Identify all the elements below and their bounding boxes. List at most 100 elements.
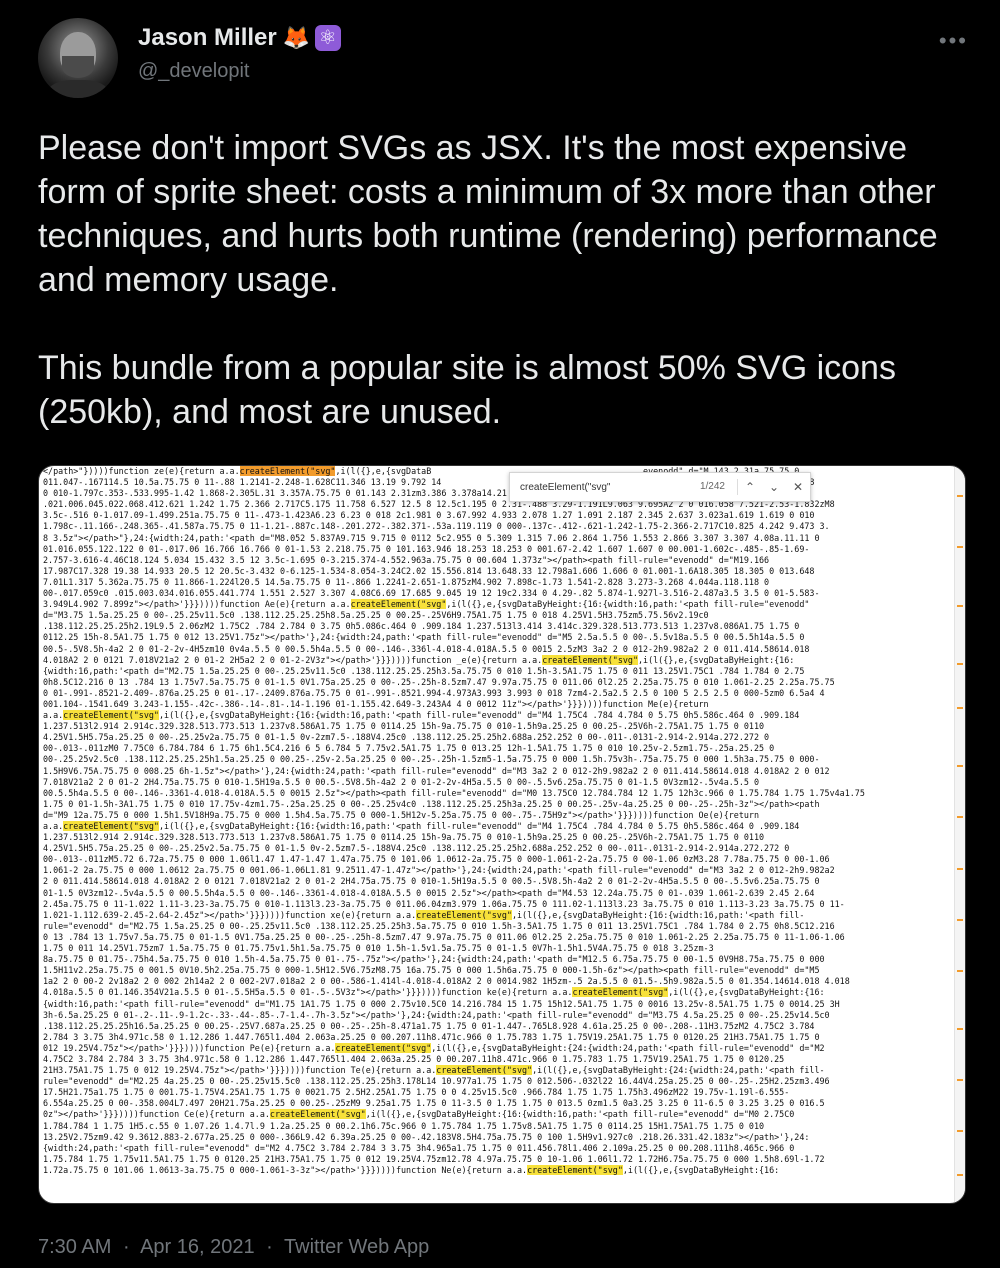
code-line: 3.949L4.902 7.899z"></path>'}}}))))funct… <box>43 599 810 610</box>
scroll-match-marker <box>957 1130 963 1133</box>
separator: · <box>122 1236 130 1258</box>
scroll-match-marker <box>957 663 963 666</box>
code-line: {width:24,path:'<path fill-rule="evenodd… <box>43 1142 795 1153</box>
code-line: 1a2 2 0 00-2 2v18a2 2 0 002 2h14a2 2 0 0… <box>43 976 850 987</box>
code-line: 00.5-.5V8.5h-4a2 2 0 01-2-2v-4H5zm10 0v4… <box>43 643 810 654</box>
tweet-text: Please don't import SVGs as JSX. It's th… <box>38 126 968 434</box>
code-line: d="M3.75 1.5a.25.25 0 00-.25.25v11.5c0 .… <box>43 610 709 621</box>
scroll-match-marker <box>957 1028 963 1031</box>
search-match-highlight: createElement("svg" <box>269 1109 366 1120</box>
code-line: .138.112.25.25.25h16.5a.25.25 0 00.25-.2… <box>43 1020 815 1031</box>
scroll-match-marker <box>957 495 963 498</box>
code-line: 0112.25 15h-8.5A1.75 1.75 0 012 13.25V1.… <box>43 632 805 643</box>
code-line: a.a.createElement("svg",i(l({},e,{svgDat… <box>43 821 800 831</box>
code-line: 7.01L1.317 5.362a.75.75 0 11.866-1.224l2… <box>43 576 770 587</box>
code-line: 1.75 0 011 14.25V1.75zm7 1.5a.75.75 0 01… <box>43 943 714 954</box>
code-line: 3h-6.5a.25.25 0 01-.2-.11-.9-1.2c-.33-.4… <box>43 1009 830 1020</box>
code-line: 00-.017.059c0 .015.003.034.016.055.441.7… <box>43 588 820 599</box>
search-match-highlight: createElement("svg" <box>63 821 159 831</box>
code-line: 1.237.513l2.914 2.914c.329.328.513.773.5… <box>43 832 765 843</box>
code-line: 012 19.25V4.75z"></path>'}}}))))function… <box>43 1042 825 1053</box>
atom-emoji-icon: ⚛ <box>314 25 341 51</box>
code-line: 2.784 3 3.75 3h4.971c.58 0 1.12.286 1.44… <box>43 1031 820 1042</box>
scroll-match-marker <box>957 604 963 607</box>
scroll-match-marker <box>957 918 963 921</box>
search-match-highlight: createElement("svg" <box>239 466 336 476</box>
search-match-highlight: createElement("svg" <box>542 654 638 665</box>
code-line: 0h8.5C12.216 0 13 .784 13 1.75v7.5a.75.7… <box>43 676 835 687</box>
code-line: 2 0 011.414.58614.018 4.018A2 2 0 0121 7… <box>43 876 820 887</box>
code-line: 1.75 0 01-1.5h-3A1.75 1.75 0 010 17.75v-… <box>43 798 820 809</box>
code-line: </path>"}))))function ze(e){return a.a.c… <box>43 466 800 476</box>
code-line: d="M9 12a.75.75 0 000 1.5h1.5V18H9a.75.7… <box>43 809 759 820</box>
code-line: 1.061-2 2a.75.75 0 000 1.0612 2a.75.75 0… <box>43 865 835 876</box>
code-line: 4.25V1.5H5.75a.25.25 0 00-.25.25v2.5a.75… <box>43 843 790 854</box>
code-line: 00-.013-.011zM5.72 6.72a.75.75 0 000 1.0… <box>43 854 830 865</box>
search-match-highlight: createElement("svg" <box>527 1164 623 1175</box>
code-line: 0 01-.991-.8521-2.409-.876a.25.25 0 01-.… <box>43 687 825 698</box>
tweet-date[interactable]: Apr 16, 2021 <box>140 1236 255 1258</box>
code-line: 00.5.5h4a.5.5 0 00-.146-.3361-4.018-4.01… <box>43 787 865 798</box>
tweet-time[interactable]: 7:30 AM <box>38 1236 111 1258</box>
scroll-match-marker <box>957 546 963 549</box>
tweet-paragraph: Please don't import SVGs as JSX. It's th… <box>38 129 938 299</box>
chevron-up-icon[interactable]: ⌃ <box>738 480 762 494</box>
code-line: {width:16,path:'<path fill-rule="evenodd… <box>43 998 840 1009</box>
code-line: 3.5c-.516 0-1.017.09-1.499.251a.75.75 0 … <box>43 510 815 521</box>
scroll-match-marker <box>957 1079 963 1082</box>
code-line: 01.016.055.122.122 0 01-.017.06 16.766 1… <box>43 543 810 554</box>
more-options-icon[interactable]: ••• <box>939 28 968 54</box>
code-line: 1.021-1.112.639-2.45-2.64-2.45z"></path>… <box>43 909 805 920</box>
code-line: 1.5H11v2.25a.75.75 0 001.5 0V10.5h2.25a.… <box>43 965 820 976</box>
scroll-match-marker <box>957 816 963 819</box>
search-match-highlight: createElement("svg" <box>350 599 447 610</box>
search-match-highlight: createElement("svg" <box>63 710 159 721</box>
find-input[interactable]: createElement("svg" <box>510 482 675 493</box>
chevron-down-icon[interactable]: ⌄ <box>762 480 786 494</box>
code-line: 001.104-.1541.649 3.243-1.155-.42c-.386-… <box>43 698 709 709</box>
close-icon[interactable]: ✕ <box>786 480 810 494</box>
tweet-source[interactable]: Twitter Web App <box>284 1236 429 1258</box>
code-line: 0 010-1.797c.353-.533.995-1.42 1.868-2.3… <box>43 488 729 499</box>
tweet-media-image[interactable]: </path>"}))))function ze(e){return a.a.c… <box>38 465 966 1204</box>
tweet-header: Jason Miller 🦊 ⚛ @_developit ••• <box>38 18 968 98</box>
separator: · <box>266 1236 273 1258</box>
code-line: 1.798c-.11.166-.248.365-.41.587a.75.75 0… <box>43 521 830 532</box>
code-line: 1.784.784 1 1.75 1H5.c.55 0 1.07.26 1.4.… <box>43 1120 765 1131</box>
code-line: 7.018V21a2 2 0 01-2 2H4.75a.75.75 0 010-… <box>43 776 759 787</box>
scroll-match-marker <box>957 867 963 870</box>
search-match-highlight: createElement("svg" <box>436 1065 533 1076</box>
scroll-match-marker <box>957 765 963 768</box>
code-line: 1.72a.75.75 0 101.06 1.0613-3a.75.75 0 0… <box>43 1164 780 1175</box>
code-line: 00-.013-.011zM0 7.75C0 6.784.784 6 1.75 … <box>43 743 775 754</box>
code-line: rule="evenodd" d="M2.25 4a.25.25 0 00-.2… <box>43 1076 830 1087</box>
scrollbar[interactable] <box>954 466 965 1203</box>
tweet-footer: 7:30 AM · Apr 16, 2021 · Twitter Web App <box>38 1236 435 1259</box>
author-name-row[interactable]: Jason Miller 🦊 ⚛ <box>138 24 341 52</box>
search-match-highlight: createElement("svg" <box>416 909 512 920</box>
scroll-match-marker <box>957 706 963 709</box>
tweet-paragraph: This bundle from a popular site is almos… <box>38 349 896 431</box>
find-match-count: 1/242 <box>675 479 738 495</box>
code-line: a.a.createElement("svg",i(l({},e,{svgDat… <box>43 710 800 721</box>
avatar[interactable] <box>38 18 118 98</box>
code-line: 13.25V2.75zm9.42 9.3612.883-2.677a.25.25… <box>43 1131 810 1142</box>
code-line: {width:16,path:'<path d="M2.75 1.5a.25.2… <box>43 665 805 676</box>
code-line: 01-1.5 0V3zm12-.5v4a.5.5 0 00.5.5h4a.5.5… <box>43 887 815 898</box>
code-line: 17.5H21.75a1.75 1.75 0 001.75-1.75V4.25A… <box>43 1087 790 1098</box>
code-line: 1.75.784 1.75 1.75v11.5A1.75 1.75 0 0120… <box>43 1153 825 1164</box>
search-match-highlight: createElement("svg" <box>335 1042 432 1053</box>
code-line: rule="evenodd" d="M2.75 1.5a.25.25 0 00-… <box>43 920 835 931</box>
code-line: 1.237.513l2.914 2.914c.329.328.513.773.5… <box>43 721 765 732</box>
author-handle[interactable]: @_developit <box>138 60 249 83</box>
code-line: 0z"></path>'}}}))))function Ce(e){return… <box>43 1109 795 1120</box>
display-name[interactable]: Jason Miller <box>138 24 277 52</box>
scroll-match-marker <box>957 969 963 972</box>
code-line: 011.047-.167114.5 10.5a.75.75 0 11-.88 1… <box>43 477 815 488</box>
code-line: 8a.75.75 0 01.75-.75h4.5a.75.75 0 010 1.… <box>43 954 825 965</box>
code-line: 1.5H9V6.75A.75.75 0 008.25 6h-1.5z"></pa… <box>43 765 830 776</box>
code-line: 4.018A2 2 0 0121 7.018V21a2 2 0 01-2 2H5… <box>43 654 795 665</box>
code-line: 4.25V1.5H5.75a.25.25 0 00-.25.25v2a.75.7… <box>43 732 770 743</box>
code-line: 2.757-3.616-4.46C18.124 5.034 15.432 3.5… <box>43 554 770 565</box>
code-line: 0 13 .784 13 1.75v7.5a.75.75 0 01-1.5 0V… <box>43 931 845 942</box>
